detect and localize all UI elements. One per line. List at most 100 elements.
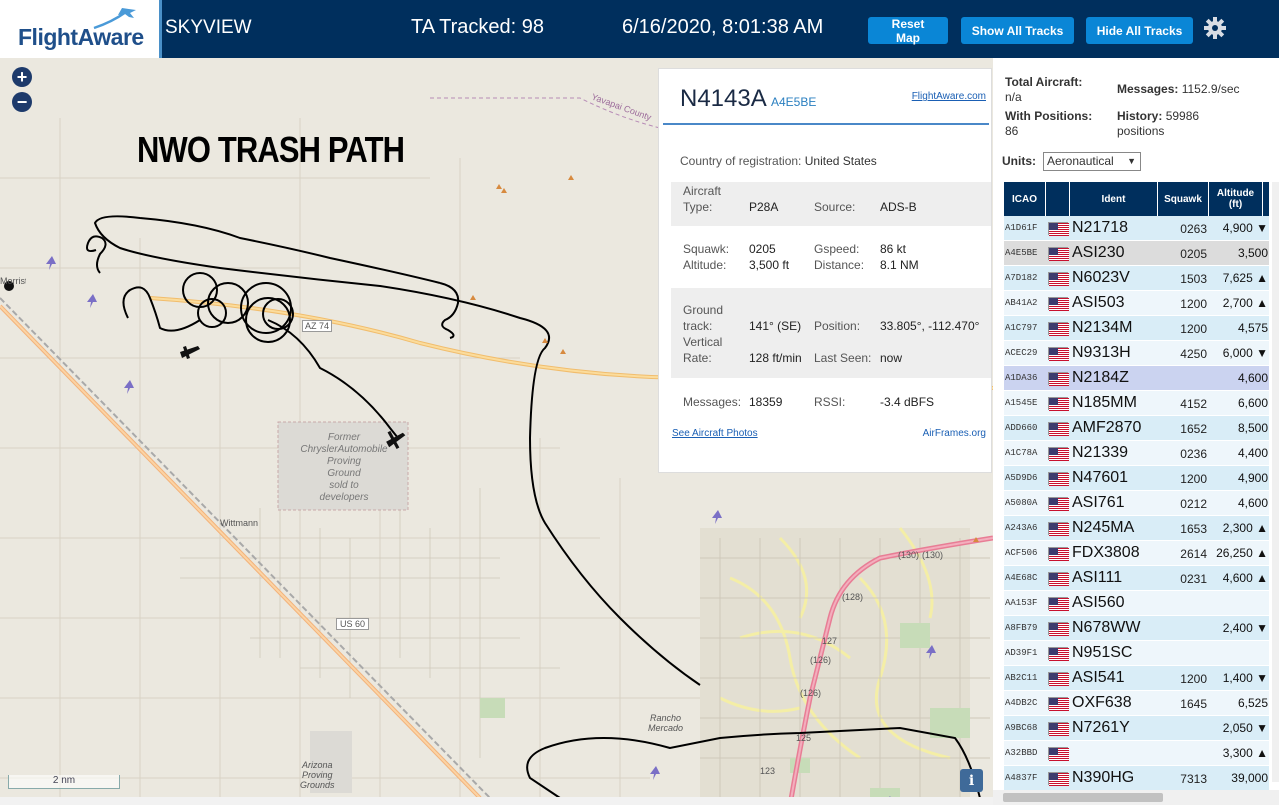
table-row[interactable]: A7D182 N6023V 1503 7,625 ▲ (1004, 266, 1269, 291)
row-icao: A1DA36 (1005, 373, 1038, 383)
row-ident: ASI230 (1072, 244, 1125, 261)
table-row[interactable]: A1DA36 N2184Z 4,600 (1004, 366, 1269, 391)
type-value: P28A (749, 200, 779, 214)
row-altitude: 4,900 ▼ (1222, 221, 1268, 235)
us-flag-icon (1048, 597, 1069, 611)
table-row[interactable]: AB41A2 ASI503 1200 2,700 ▲ (1004, 291, 1269, 316)
with-positions-label: With Positions: (1005, 109, 1093, 123)
row-ident: OXF638 (1072, 694, 1132, 711)
row-icao: A32BBD (1005, 748, 1038, 758)
row-altitude: 2,400 ▼ (1222, 621, 1268, 635)
row-ident: AMF2870 (1072, 419, 1142, 436)
zoom-in-button[interactable]: + (12, 67, 32, 87)
former-line-4: Ground (327, 468, 361, 479)
row-icao: A4E5BE (1005, 248, 1038, 258)
col-flag[interactable] (1046, 182, 1070, 216)
track-label-2: track: (683, 319, 713, 333)
zoom-out-button[interactable]: − (12, 92, 32, 112)
info-button[interactable]: i (960, 769, 983, 792)
table-row[interactable]: A1545E N185MM 4152 6,600 (1004, 391, 1269, 416)
row-ident: N2184Z (1072, 369, 1129, 386)
table-row[interactable]: A1D61F N21718 0263 4,900 ▼ (1004, 216, 1269, 241)
row-icao: A4E68C (1005, 573, 1038, 583)
us-flag-icon (1048, 247, 1069, 261)
distance-label: Distance: (814, 258, 865, 272)
flightaware-logo[interactable]: FlightAware (0, 0, 162, 58)
us-flag-icon (1048, 572, 1069, 586)
table-row[interactable]: ACEC29 N9313H 4250 6,000 ▼ (1004, 341, 1269, 366)
table-row[interactable]: A243A6 N245MA 1653 2,300 ▲ (1004, 516, 1269, 541)
us-flag-icon (1048, 672, 1069, 686)
table-row[interactable]: A8FB79 N678WW 2,400 ▼ (1004, 616, 1269, 641)
last-seen-value: now (880, 351, 903, 365)
gear-icon[interactable] (1202, 15, 1228, 41)
row-ident: ASI111 (1072, 569, 1123, 586)
row-altitude: 4,600 (1237, 496, 1268, 510)
row-squawk: 2614 (1180, 547, 1207, 561)
row-icao: AD39F1 (1005, 648, 1038, 658)
units-select[interactable]: Aeronautical ▼ (1043, 152, 1141, 171)
flightaware-link[interactable]: FlightAware.com (912, 91, 986, 102)
vrate-label-1: Vertical (683, 335, 723, 349)
row-squawk: 7313 (1180, 772, 1207, 786)
us-flag-icon (1048, 422, 1069, 436)
hide-all-tracks-button[interactable]: Hide All Tracks (1086, 17, 1193, 44)
scroll-thumb[interactable] (1003, 793, 1163, 802)
row-squawk: 1200 (1180, 297, 1207, 311)
table-row[interactable]: A1C797 N2134M 1200 4,575 (1004, 316, 1269, 341)
sidebar-horizontal-scrollbar[interactable] (993, 790, 1279, 805)
us-flag-icon (1048, 697, 1069, 711)
row-squawk: 0231 (1180, 572, 1207, 586)
table-row[interactable]: A4837F N390HG 7313 39,000 (1004, 766, 1269, 791)
messages-rate: Messages: 1152.9/sec (1117, 82, 1240, 96)
col-altitude-line2: (ft) (1228, 199, 1243, 210)
rssi-value: -3.4 dBFS (880, 395, 935, 409)
with-positions-value: 86 (1005, 124, 1019, 138)
row-squawk: 1200 (1180, 472, 1207, 486)
airframes-link[interactable]: AirFrames.org (923, 428, 986, 439)
row-ident: N951SC (1072, 644, 1133, 661)
former-line-1: Former (327, 432, 361, 443)
table-row[interactable]: A4E68C ASI111 0231 4,600 ▲ (1004, 566, 1269, 591)
table-row[interactable]: A9BC68 N7261Y 2,050 ▼ (1004, 716, 1269, 741)
map-label-r125: 125 (796, 733, 812, 743)
table-row[interactable]: AD39F1 N951SC (1004, 641, 1269, 666)
track-value: 141° (SE) (749, 319, 802, 333)
former-line-2: ChryslerAutomobile (300, 444, 388, 455)
table-row[interactable]: A4E5BE ASI230 0205 3,500 (1004, 241, 1269, 266)
table-row[interactable]: A5080A ASI761 0212 4,600 (1004, 491, 1269, 516)
us-flag-icon (1048, 272, 1069, 286)
col-ident[interactable]: Ident (1070, 182, 1158, 216)
row-icao: A243A6 (1005, 523, 1038, 533)
table-row[interactable]: A32BBD 3,300 ▲ (1004, 741, 1269, 766)
app-title: SKYVIEW (165, 17, 252, 38)
type-label-1: Aircraft (683, 184, 722, 198)
table-row[interactable]: A4DB2C OXF638 1645 6,525 (1004, 691, 1269, 716)
col-altitude[interactable]: Altitude (ft) (1209, 182, 1263, 216)
table-row[interactable]: ADD660 AMF2870 1652 8,500 (1004, 416, 1269, 441)
row-icao: A7D182 (1005, 273, 1038, 283)
units-value: Aeronautical (1047, 154, 1114, 168)
row-icao: A1C78A (1005, 448, 1038, 458)
us-flag-icon (1048, 222, 1069, 236)
reset-map-button[interactable]: Reset Map (868, 17, 948, 45)
row-squawk: 0236 (1180, 447, 1207, 461)
table-row[interactable]: AB2C11 ASI541 1200 1,400 ▼ (1004, 666, 1269, 691)
row-icao: A4837F (1005, 773, 1038, 783)
col-icao[interactable]: ICAO (1004, 182, 1046, 216)
page-horizontal-scrollbar[interactable] (0, 797, 993, 805)
col-squawk[interactable]: Squawk (1158, 182, 1209, 216)
show-all-tracks-button[interactable]: Show All Tracks (961, 17, 1074, 44)
table-row[interactable]: A1C78A N21339 0236 4,400 (1004, 441, 1269, 466)
ta-tracked-count: TA Tracked: 98 (411, 16, 545, 38)
table-row[interactable]: AA153F ASI560 (1004, 591, 1269, 616)
position-label: Position: (814, 319, 861, 333)
last-seen-label: Last Seen: (814, 351, 872, 365)
history-unit: positions (1117, 124, 1165, 138)
aircraft-detail-panel: N4143A A4E5BE FlightAware.com Country of… (658, 68, 992, 473)
row-icao: ACEC29 (1005, 348, 1038, 358)
aircraft-photos-link[interactable]: See Aircraft Photos (672, 428, 758, 439)
table-row[interactable]: ACF506 FDX3808 2614 26,250 ▲ (1004, 541, 1269, 566)
table-scrollbar[interactable] (1272, 182, 1279, 782)
table-row[interactable]: A5D9D6 N47601 1200 4,900 (1004, 466, 1269, 491)
